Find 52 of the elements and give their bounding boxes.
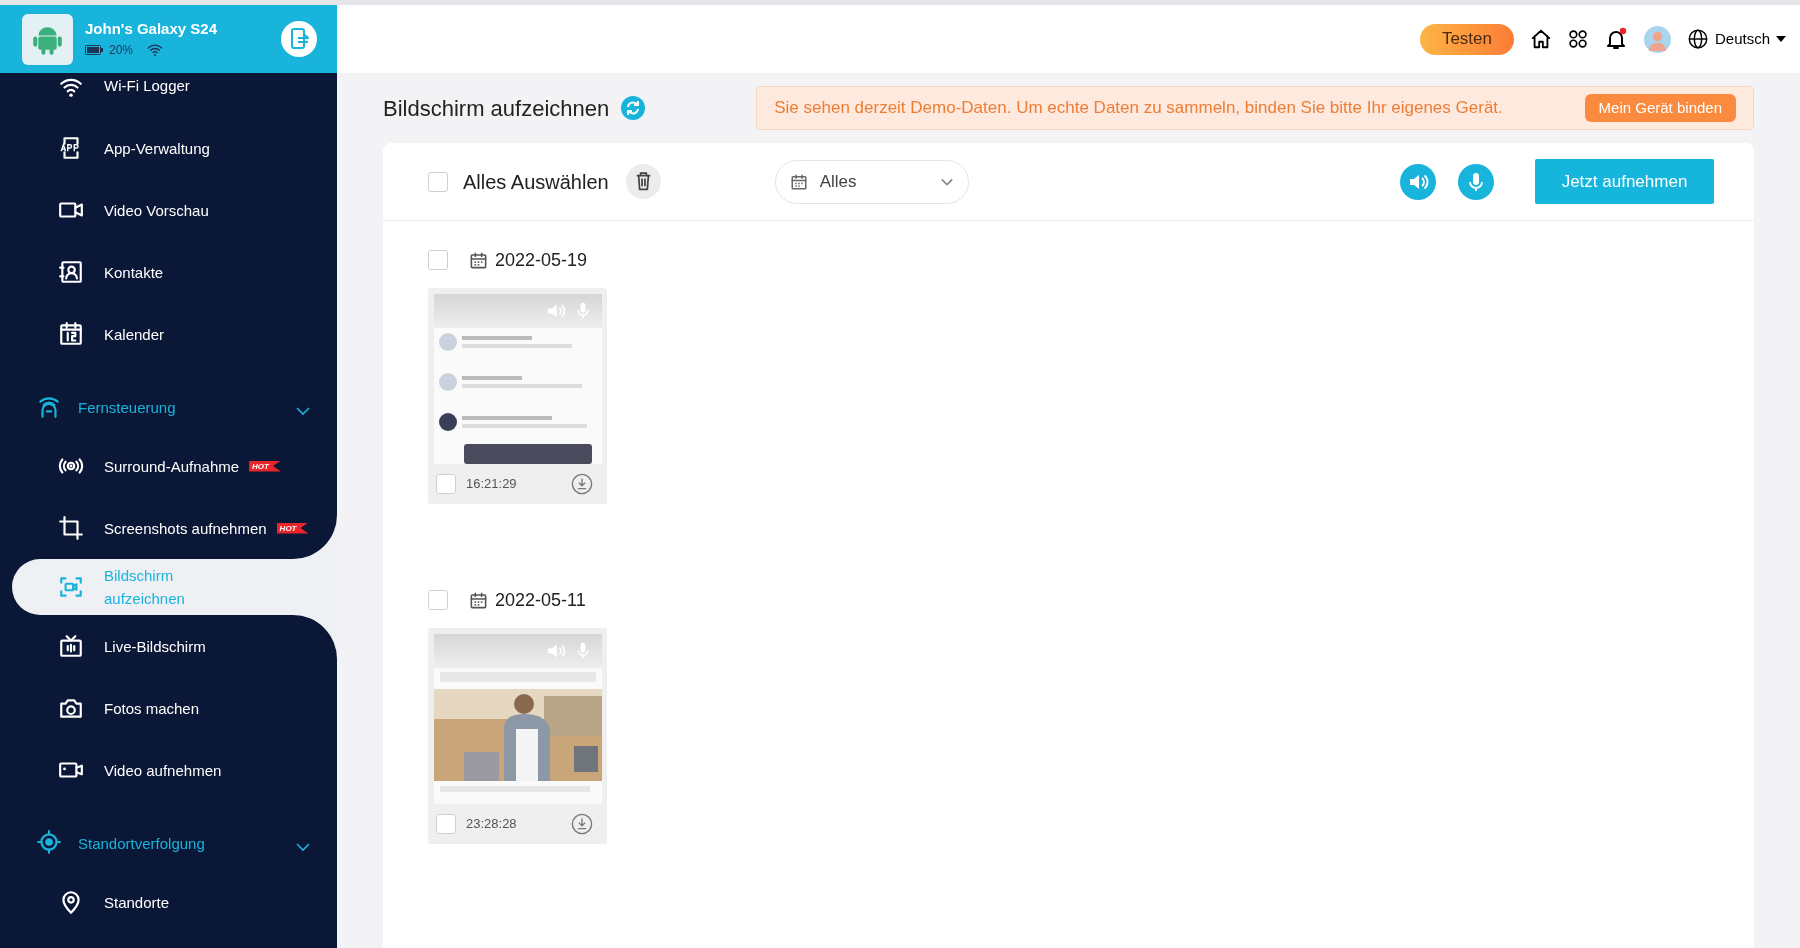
trial-button[interactable]: Testen xyxy=(1419,23,1514,55)
caret-icon xyxy=(1776,36,1786,42)
calendar-icon xyxy=(469,250,488,270)
checkbox[interactable] xyxy=(436,814,456,834)
android-icon xyxy=(22,13,73,65)
hot-badge: HOT xyxy=(276,522,309,534)
delete-icon[interactable] xyxy=(625,164,661,199)
recording-date: 2022-05-11 xyxy=(495,588,586,612)
sidebar-item[interactable]: Live-Bildschirm xyxy=(0,615,337,677)
recording-thumbnail[interactable]: 16:21:29 xyxy=(428,288,607,504)
sidebar-item[interactable]: Screenshots aufnehmen HOT xyxy=(0,497,337,559)
speaker-icon xyxy=(546,642,566,660)
crop-icon xyxy=(58,515,84,541)
sidebar-group[interactable]: Standortverfolgung xyxy=(0,801,337,871)
checkbox[interactable] xyxy=(428,590,448,610)
page-title: Bildschirm aufzeichnen xyxy=(383,94,610,123)
microphone-icon xyxy=(576,642,590,660)
globe-icon[interactable] xyxy=(1686,28,1709,50)
location-target-icon xyxy=(36,829,62,855)
checkbox[interactable] xyxy=(428,250,448,270)
refresh-icon[interactable] xyxy=(621,96,646,120)
recording-time: 23:28:28 xyxy=(466,815,518,834)
checkbox[interactable] xyxy=(428,171,448,192)
apps-grid-icon[interactable] xyxy=(1567,29,1588,49)
screen-record-icon xyxy=(58,574,84,600)
banner-message: Sie sehen derzeit Demo-Daten. Um echte Daten zu sammeln, binden Sie bitte Ihr eigenes Gerät. xyxy=(774,97,1503,120)
battery-level: 20% xyxy=(109,42,134,59)
device-name: John's Galaxy S24 xyxy=(85,19,218,39)
home-icon[interactable] xyxy=(1529,28,1552,50)
recording-time: 16:21:29 xyxy=(466,475,518,494)
hot-badge: HOT xyxy=(249,460,281,472)
sidebar-group[interactable]: Fernsteuerung xyxy=(0,365,337,435)
download-icon[interactable] xyxy=(571,813,593,835)
contact-card-icon xyxy=(58,259,84,285)
switch-device-icon[interactable] xyxy=(281,21,317,57)
wifi-signal-icon xyxy=(147,43,164,57)
download-icon[interactable] xyxy=(571,473,593,495)
microphone-icon xyxy=(576,302,590,320)
speaker-icon xyxy=(546,302,566,320)
speaker-icon[interactable] xyxy=(1400,163,1436,200)
recording-thumbnail[interactable]: 23:28:28 xyxy=(428,628,607,844)
tv-icon xyxy=(58,633,84,659)
avatar[interactable] xyxy=(1643,25,1671,53)
calendar-icon xyxy=(58,321,84,347)
calendar-icon xyxy=(469,590,488,610)
battery-icon xyxy=(85,45,103,55)
recording-date: 2022-05-19 xyxy=(495,248,588,272)
select-all-label: Alles Auswählen xyxy=(463,169,609,195)
language-selector[interactable]: Deutsch xyxy=(1714,27,1786,51)
calendar-icon xyxy=(789,172,808,191)
microphone-icon[interactable] xyxy=(1458,163,1494,200)
checkbox[interactable] xyxy=(436,474,456,494)
